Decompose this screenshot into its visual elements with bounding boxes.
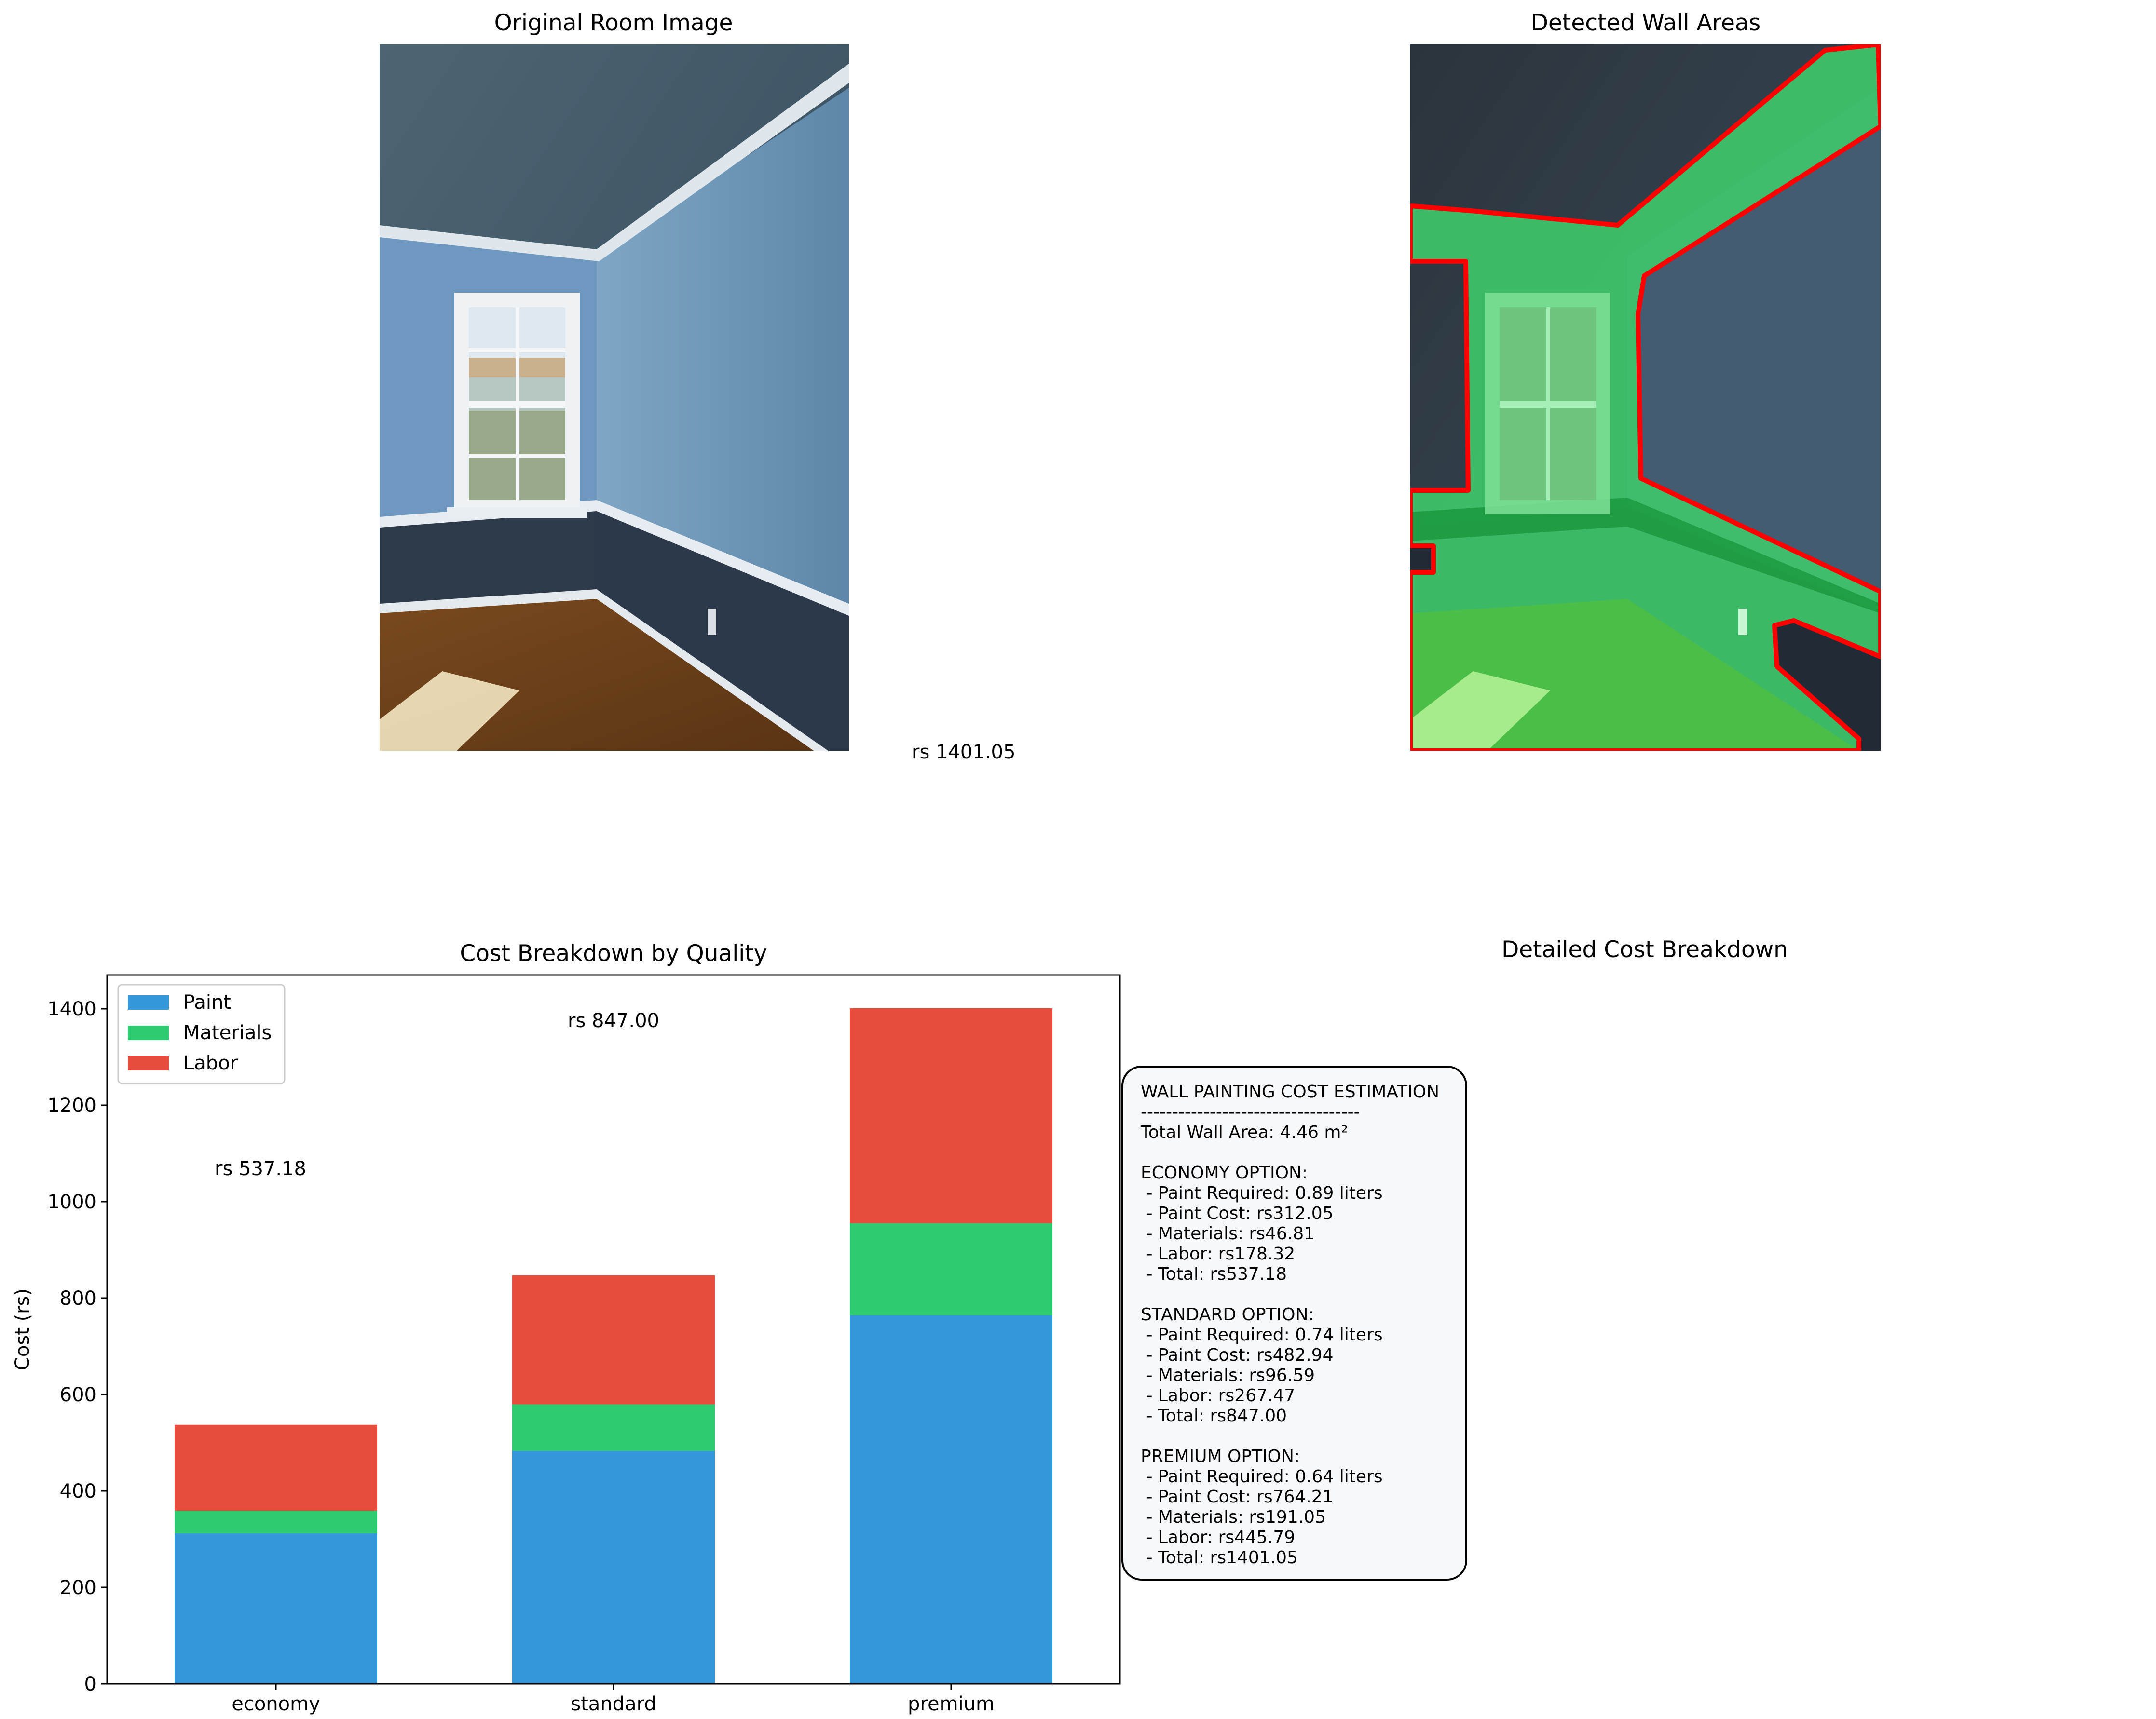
y-tick-label-400: 400	[60, 1480, 96, 1502]
legend-swatch-paint	[128, 995, 169, 1010]
y-tick-label-200: 200	[60, 1577, 96, 1599]
premium-total-note: rs 1401.05	[912, 741, 1016, 763]
bar-premium-paint	[850, 1315, 1052, 1684]
detailed-breakdown-title: Detailed Cost Breakdown	[1501, 936, 1788, 963]
y-tick-label-1200: 1200	[47, 1095, 96, 1117]
bar-economy-labor	[175, 1424, 377, 1511]
bar-standard-labor	[512, 1275, 715, 1405]
total-label-standard: rs 847.00	[568, 1010, 659, 1032]
original-image-title: Original Room Image	[494, 10, 733, 36]
y-tick-label-1400: 1400	[47, 998, 96, 1020]
detected-wall-areas-image	[1410, 44, 1881, 751]
bar-economy-materials	[175, 1511, 377, 1533]
x-tick-label-standard: standard	[571, 1693, 656, 1715]
y-tick-label-0: 0	[84, 1673, 96, 1695]
legend-swatch-materials	[128, 1026, 169, 1040]
cost-breakdown-chart: Cost Breakdown by Quality economy standard…	[12, 940, 1121, 1715]
bar-premium-materials	[850, 1223, 1052, 1315]
legend-label-materials: Materials	[183, 1022, 272, 1044]
legend-label-paint: Paint	[183, 991, 231, 1014]
y-tick-label-1000: 1000	[47, 1191, 96, 1213]
legend-label-labor: Labor	[183, 1052, 238, 1074]
bar-standard-paint	[512, 1451, 715, 1684]
detected-walls-title: Detected Wall Areas	[1530, 10, 1761, 36]
x-tick-label-premium: premium	[908, 1693, 995, 1715]
chart-title: Cost Breakdown by Quality	[460, 940, 767, 967]
legend-swatch-labor	[128, 1056, 169, 1070]
bar-premium-labor	[850, 1008, 1052, 1223]
cost-summary-box: WALL PAINTING COST ESTIMATION ----------…	[1121, 1066, 1467, 1581]
y-tick-label-600: 600	[60, 1384, 96, 1406]
bar-standard-materials	[512, 1404, 715, 1451]
original-room-image	[380, 44, 849, 751]
x-tick-label-economy: economy	[232, 1693, 320, 1715]
y-axis-label: Cost (rs)	[12, 1288, 34, 1370]
y-tick-label-800: 800	[60, 1287, 96, 1310]
total-label-economy: rs 537.18	[215, 1158, 306, 1180]
bar-economy-paint	[175, 1533, 377, 1684]
